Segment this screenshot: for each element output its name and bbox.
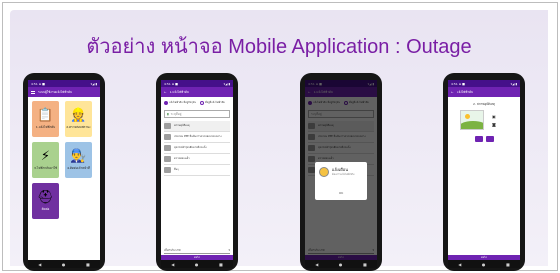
status-right: ▾◢ ▮ [90, 81, 97, 86]
tile-report-outage[interactable]: 📋 1.แจ้งไฟฟ้าดับ [32, 101, 59, 137]
chevron-down-icon: ▾ [228, 248, 230, 252]
home-icon[interactable]: ● [62, 262, 66, 267]
list-item[interactable]: ประกอบ PPE ยืนยันการตรวจสอบระยะทาง [164, 132, 230, 143]
tile-check-status[interactable]: 👷 2.ตรวจสอบสถานะ [65, 101, 92, 137]
phone-2: 4:51 ⊡ ■ ▾◢ ▮ ← 1.แจ้งไฟฟ้าดับ แจ้งไฟฟ้า… [156, 73, 238, 271]
back-icon[interactable]: ◀ [171, 262, 174, 267]
thumbnail-icon [164, 167, 171, 173]
photo-row: ▣ ◙ [448, 110, 520, 130]
worker-icon: 👷 [70, 108, 87, 123]
radio-current-location[interactable]: แจ้งไฟฟ้าดับ ที่อยู่ปัจจุบัน [164, 101, 196, 105]
app-bar: ระบบผู้ใช้งานแจ้งไฟฟ้าดับ [28, 87, 100, 97]
alert-dialog: แจ้งเตือน ต้องการแจ้งไฟฟ้าดับ OK [315, 162, 367, 200]
list-item[interactable]: อุปกรณ์ชำรุดเสียหายที่จะแจ้ง [164, 143, 230, 154]
page-title: ตัวอย่าง หน้าจอ Mobile Application : Out… [86, 36, 472, 58]
dialog-ok-button[interactable]: OK [315, 191, 367, 195]
status-left: 4:51 ⊡ ■ [164, 81, 178, 86]
address-placeholder: ระบุที่อยู่ [170, 111, 182, 116]
sun-icon [465, 114, 470, 119]
app-bar-title: 1.แจ้งไฟฟ้าดับ [169, 89, 189, 94]
list-item[interactable]: อื่นๆ [164, 165, 230, 176]
menu-grid: 📋 1.แจ้งไฟฟ้าดับ 👷 2.ตรวจสอบสถานะ ⚡ 3.ไฟ… [28, 97, 100, 219]
type-select[interactable]: เลือกประเภท ▾ [164, 247, 230, 254]
status-right: ▾◢ ▮ [223, 81, 230, 86]
recent-apps-icon[interactable]: ■ [506, 262, 510, 267]
back-icon[interactable]: ◀ [458, 262, 461, 267]
lightning-icon: ⚡ [40, 149, 51, 164]
banner: ตัวอย่าง หน้าจอ Mobile Application : Out… [10, 10, 548, 271]
thumbnail-icon [164, 123, 171, 129]
phone-3: 4:51 ⊡ ■ ▾◢ ▮ ← 1.แจ้งไฟฟ้าดับ แจ้งไฟฟ้า… [300, 73, 382, 271]
location-pin-icon: ▮ [167, 112, 169, 116]
photo-actions: ▣ ◙ [492, 114, 496, 127]
phone-1: 4:51 ⊡ ■ ▾◢ ▮ ระบบผู้ใช้งานแจ้งไฟฟ้าดับ … [23, 73, 105, 271]
back-arrow-icon[interactable]: ← [451, 90, 454, 94]
app-bar-title: แจ้งไฟฟ้าดับ [456, 89, 473, 94]
tile-label: 2.ตรวจสอบสถานะ [66, 125, 91, 129]
image-placeholder[interactable] [460, 110, 484, 130]
radio-other-location[interactable]: ที่อยู่ที่แจ้งไฟฟ้าดับ [199, 101, 225, 105]
recent-apps-icon[interactable]: ■ [86, 262, 90, 267]
select-label: เลือกประเภท [164, 247, 181, 252]
section-label: 2. สภาพอุบัติเหตุ [473, 102, 495, 106]
nav-bar: ◀ ● ■ [448, 260, 520, 268]
status-bar: 4:51 ⊡ ■ ▾◢ ▮ [28, 80, 100, 87]
cancel-button[interactable] [485, 136, 494, 142]
action-buttons [448, 136, 520, 142]
tile-label: 3.ไฟฟ้ากลับมาใช้ [33, 166, 58, 170]
home-icon[interactable]: ● [482, 262, 486, 267]
confirm-button[interactable] [474, 136, 483, 142]
tile-power-restored[interactable]: ⚡ 3.ไฟฟ้ากลับมาใช้ [32, 142, 59, 178]
nav-bar: ◀ ● ■ [161, 260, 233, 268]
tile-label: 1.แจ้งไฟฟ้าดับ [35, 125, 56, 129]
thumbnail-icon [164, 134, 171, 140]
dialog-title: แจ้งเตือน [332, 167, 348, 172]
hill-icon [461, 121, 483, 129]
tile-contact-staff[interactable]: 👨‍🔧 4.ติดต่อเจ้าหน้าที่ [65, 142, 92, 178]
recent-apps-icon[interactable]: ■ [219, 262, 223, 267]
tile-contact[interactable]: ⛑ ติดต่อ [32, 183, 59, 219]
dialog-message: ต้องการแจ้งไฟฟ้าดับ [332, 173, 355, 176]
phone-3-screen: 4:51 ⊡ ■ ▾◢ ▮ ← 1.แจ้งไฟฟ้าดับ แจ้งไฟฟ้า… [305, 80, 377, 268]
engineer-icon: 👨‍🔧 [70, 149, 87, 164]
back-icon[interactable]: ◀ [38, 262, 41, 267]
status-left: 4:51 ⊡ ■ [31, 81, 45, 86]
gallery-icon[interactable]: ▣ [492, 114, 496, 119]
menu-icon[interactable] [31, 90, 35, 94]
location-options: แจ้งไฟฟ้าดับ ที่อยู่ปัจจุบัน ที่อยู่ที่แ… [161, 97, 233, 107]
app-bar-title: ระบบผู้ใช้งานแจ้งไฟฟ้าดับ [38, 89, 72, 94]
pea-logo-icon [319, 166, 329, 177]
back-icon[interactable]: ◀ [315, 262, 318, 267]
nav-bar: ◀ ● ■ [28, 260, 100, 268]
back-arrow-icon[interactable]: ← [164, 90, 167, 94]
thumbnail-icon [164, 145, 171, 151]
camera-icon[interactable]: ◙ [492, 122, 496, 127]
tile-label: ติดต่อ [41, 207, 50, 211]
phone-2-screen: 4:51 ⊡ ■ ▾◢ ▮ ← 1.แจ้งไฟฟ้าดับ แจ้งไฟฟ้า… [161, 80, 233, 268]
app-bar: ← แจ้งไฟฟ้าดับ [448, 87, 520, 97]
status-right: ▾◢ ▮ [510, 81, 517, 86]
status-bar: 4:51 ⊡ ■ ▾◢ ▮ [161, 80, 233, 87]
status-bar: 4:51 ⊡ ■ ▾◢ ▮ [448, 80, 520, 87]
tile-label: 4.ติดต่อเจ้าหน้าที่ [67, 166, 90, 170]
home-icon[interactable]: ● [195, 262, 199, 267]
phone-4: 4:51 ⊡ ■ ▾◢ ▮ ← แจ้งไฟฟ้าดับ 2. สภาพอุบั… [443, 73, 525, 271]
status-left: 4:51 ⊡ ■ [451, 81, 465, 86]
list-item[interactable]: ตรวจสอบแล้ว [164, 154, 230, 165]
helmet-icon: ⛑ [37, 190, 54, 205]
form-icon: 📋 [37, 108, 54, 123]
list-item[interactable]: สภาพอุบัติเหตุ [164, 121, 230, 132]
address-input[interactable]: ▮ ระบุที่อยู่ [164, 110, 230, 118]
app-bar: ← 1.แจ้งไฟฟ้าดับ [161, 87, 233, 97]
home-icon[interactable]: ● [339, 262, 343, 267]
nav-bar: ◀ ● ■ [305, 260, 377, 268]
recent-apps-icon[interactable]: ■ [363, 262, 367, 267]
phone-1-screen: 4:51 ⊡ ■ ▾◢ ▮ ระบบผู้ใช้งานแจ้งไฟฟ้าดับ … [28, 80, 100, 268]
phone-4-screen: 4:51 ⊡ ■ ▾◢ ▮ ← แจ้งไฟฟ้าดับ 2. สภาพอุบั… [448, 80, 520, 268]
thumbnail-icon [164, 156, 171, 162]
